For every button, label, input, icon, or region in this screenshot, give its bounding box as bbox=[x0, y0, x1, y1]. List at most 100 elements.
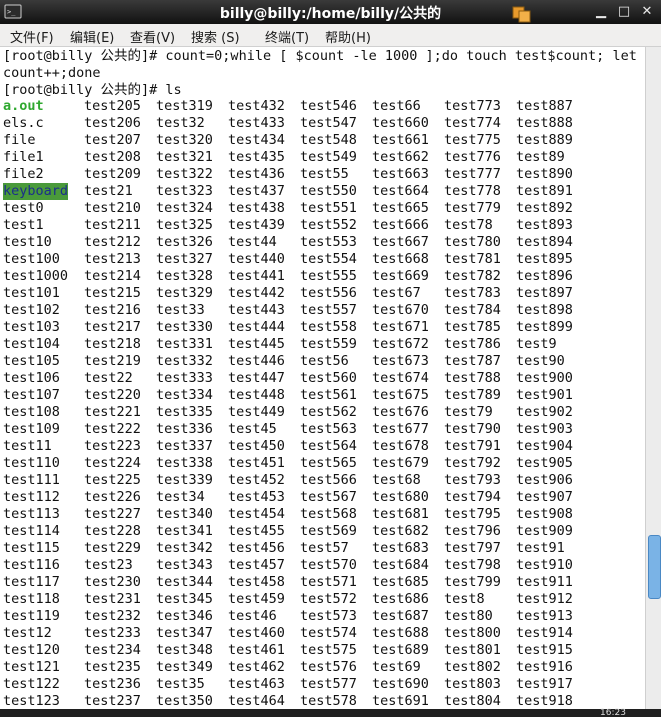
maximize-icon[interactable]: □ bbox=[614, 2, 634, 22]
ls-entry: test114 bbox=[3, 523, 60, 539]
ls-entry: test205 bbox=[84, 98, 141, 114]
ls-entry: test552 bbox=[300, 217, 357, 233]
menu-terminal[interactable]: 终端(T) bbox=[265, 27, 309, 46]
ls-entry: test334 bbox=[156, 387, 213, 403]
ls-entry: test456 bbox=[228, 540, 285, 556]
menu-search[interactable]: 搜索 (S) bbox=[191, 27, 240, 46]
ls-entry: test899 bbox=[516, 319, 573, 335]
ls-entry: test684 bbox=[372, 557, 429, 573]
ls-entry: test321 bbox=[156, 149, 213, 165]
ls-entry: test223 bbox=[84, 438, 141, 454]
ls-entry: test887 bbox=[516, 98, 573, 114]
ls-entry: test578 bbox=[300, 693, 357, 709]
ls-entry: test685 bbox=[372, 574, 429, 590]
ls-entry: test788 bbox=[444, 370, 501, 386]
ls-entry: test229 bbox=[84, 540, 141, 556]
ls-entry: test211 bbox=[84, 217, 141, 233]
terminal-command-line: [root@billy 公共的]# count=0;while [ $count… bbox=[3, 48, 637, 64]
ls-entry: test9 bbox=[516, 336, 557, 352]
ls-entry: test206 bbox=[84, 115, 141, 131]
terminal-output[interactable]: [root@billy 公共的]# count=0;while [ $count… bbox=[0, 47, 645, 717]
menu-view[interactable]: 查看(V) bbox=[130, 27, 175, 46]
ls-entry: test44 bbox=[228, 234, 277, 250]
ls-entry: test546 bbox=[300, 98, 357, 114]
ls-entry: test888 bbox=[516, 115, 573, 131]
ls-entry: test892 bbox=[516, 200, 573, 216]
ls-entry: test797 bbox=[444, 540, 501, 556]
window-titlebar[interactable]: >_ billy@billy:/home/billy/公共的 ▁ □ ✕ bbox=[0, 0, 661, 24]
close-icon[interactable]: ✕ bbox=[637, 2, 657, 22]
ls-entry: test444 bbox=[228, 319, 285, 335]
ls-entry: test325 bbox=[156, 217, 213, 233]
ls-entry: test916 bbox=[516, 659, 573, 675]
ls-entry: test123 bbox=[3, 693, 60, 709]
minimize-icon[interactable]: ▁ bbox=[591, 2, 611, 22]
ls-entry: test328 bbox=[156, 268, 213, 284]
ls-entry: test222 bbox=[84, 421, 141, 437]
ls-entry: test1 bbox=[3, 217, 44, 233]
ls-entry: test786 bbox=[444, 336, 501, 352]
ls-entry: test460 bbox=[228, 625, 285, 641]
ls-entry: test221 bbox=[84, 404, 141, 420]
ls-entry: test691 bbox=[372, 693, 429, 709]
ls-entry: test672 bbox=[372, 336, 429, 352]
scrollbar-thumb[interactable] bbox=[648, 535, 661, 599]
menu-file[interactable]: 文件(F) bbox=[10, 27, 54, 46]
ls-entry: test333 bbox=[156, 370, 213, 386]
menu-edit[interactable]: 编辑(E) bbox=[70, 27, 114, 46]
terminal-scrollbar[interactable] bbox=[645, 47, 661, 717]
ls-entry: test687 bbox=[372, 608, 429, 624]
ls-entry: test690 bbox=[372, 676, 429, 692]
ls-entry: test34 bbox=[156, 489, 205, 505]
ls-entry: test566 bbox=[300, 472, 357, 488]
ls-entry: test344 bbox=[156, 574, 213, 590]
ls-entry: test216 bbox=[84, 302, 141, 318]
ls-entry: test108 bbox=[3, 404, 60, 420]
ls-entry: test802 bbox=[444, 659, 501, 675]
ls-entry: test782 bbox=[444, 268, 501, 284]
ls-entry: test794 bbox=[444, 489, 501, 505]
taskbar bbox=[0, 709, 661, 717]
ls-entry: file2 bbox=[3, 166, 44, 182]
ls-entry: test107 bbox=[3, 387, 60, 403]
ls-entry: test122 bbox=[3, 676, 60, 692]
ls-entry: test347 bbox=[156, 625, 213, 641]
ls-entry: test447 bbox=[228, 370, 285, 386]
ls-entry: test463 bbox=[228, 676, 285, 692]
ls-entry: test338 bbox=[156, 455, 213, 471]
ls-entry: test789 bbox=[444, 387, 501, 403]
ls-entry: test661 bbox=[372, 132, 429, 148]
ls-entry: test78 bbox=[444, 217, 493, 233]
ls-entry: test904 bbox=[516, 438, 573, 454]
ls-entry: test324 bbox=[156, 200, 213, 216]
ls-entry: test671 bbox=[372, 319, 429, 335]
ls-entry: test11 bbox=[3, 438, 52, 454]
ls-entry: test576 bbox=[300, 659, 357, 675]
ls-entry: test326 bbox=[156, 234, 213, 250]
ls-entry: test443 bbox=[228, 302, 285, 318]
ls-entry: test113 bbox=[3, 506, 60, 522]
ls-entry: test10 bbox=[3, 234, 52, 250]
ls-entry: test571 bbox=[300, 574, 357, 590]
ls-entry: test577 bbox=[300, 676, 357, 692]
window-title: billy@billy:/home/billy/公共的 bbox=[219, 6, 442, 22]
ls-entry: test101 bbox=[3, 285, 60, 301]
ls-entry: test549 bbox=[300, 149, 357, 165]
ls-entry: test547 bbox=[300, 115, 357, 131]
ls-entry: test787 bbox=[444, 353, 501, 369]
ls-entry: test453 bbox=[228, 489, 285, 505]
ls-entry: test436 bbox=[228, 166, 285, 182]
ls-entry: test917 bbox=[516, 676, 573, 692]
ls-entry: test777 bbox=[444, 166, 501, 182]
ls-entry: test900 bbox=[516, 370, 573, 386]
ls-entry: test45 bbox=[228, 421, 277, 437]
ls-entry: test212 bbox=[84, 234, 141, 250]
menu-help[interactable]: 帮助(H) bbox=[325, 27, 371, 46]
ls-entry: test679 bbox=[372, 455, 429, 471]
ls-entry: test682 bbox=[372, 523, 429, 539]
ls-entry: test553 bbox=[300, 234, 357, 250]
ls-entry: test572 bbox=[300, 591, 357, 607]
ls-entry: test896 bbox=[516, 268, 573, 284]
ls-entry: test461 bbox=[228, 642, 285, 658]
ls-entry: a.out bbox=[3, 98, 44, 114]
